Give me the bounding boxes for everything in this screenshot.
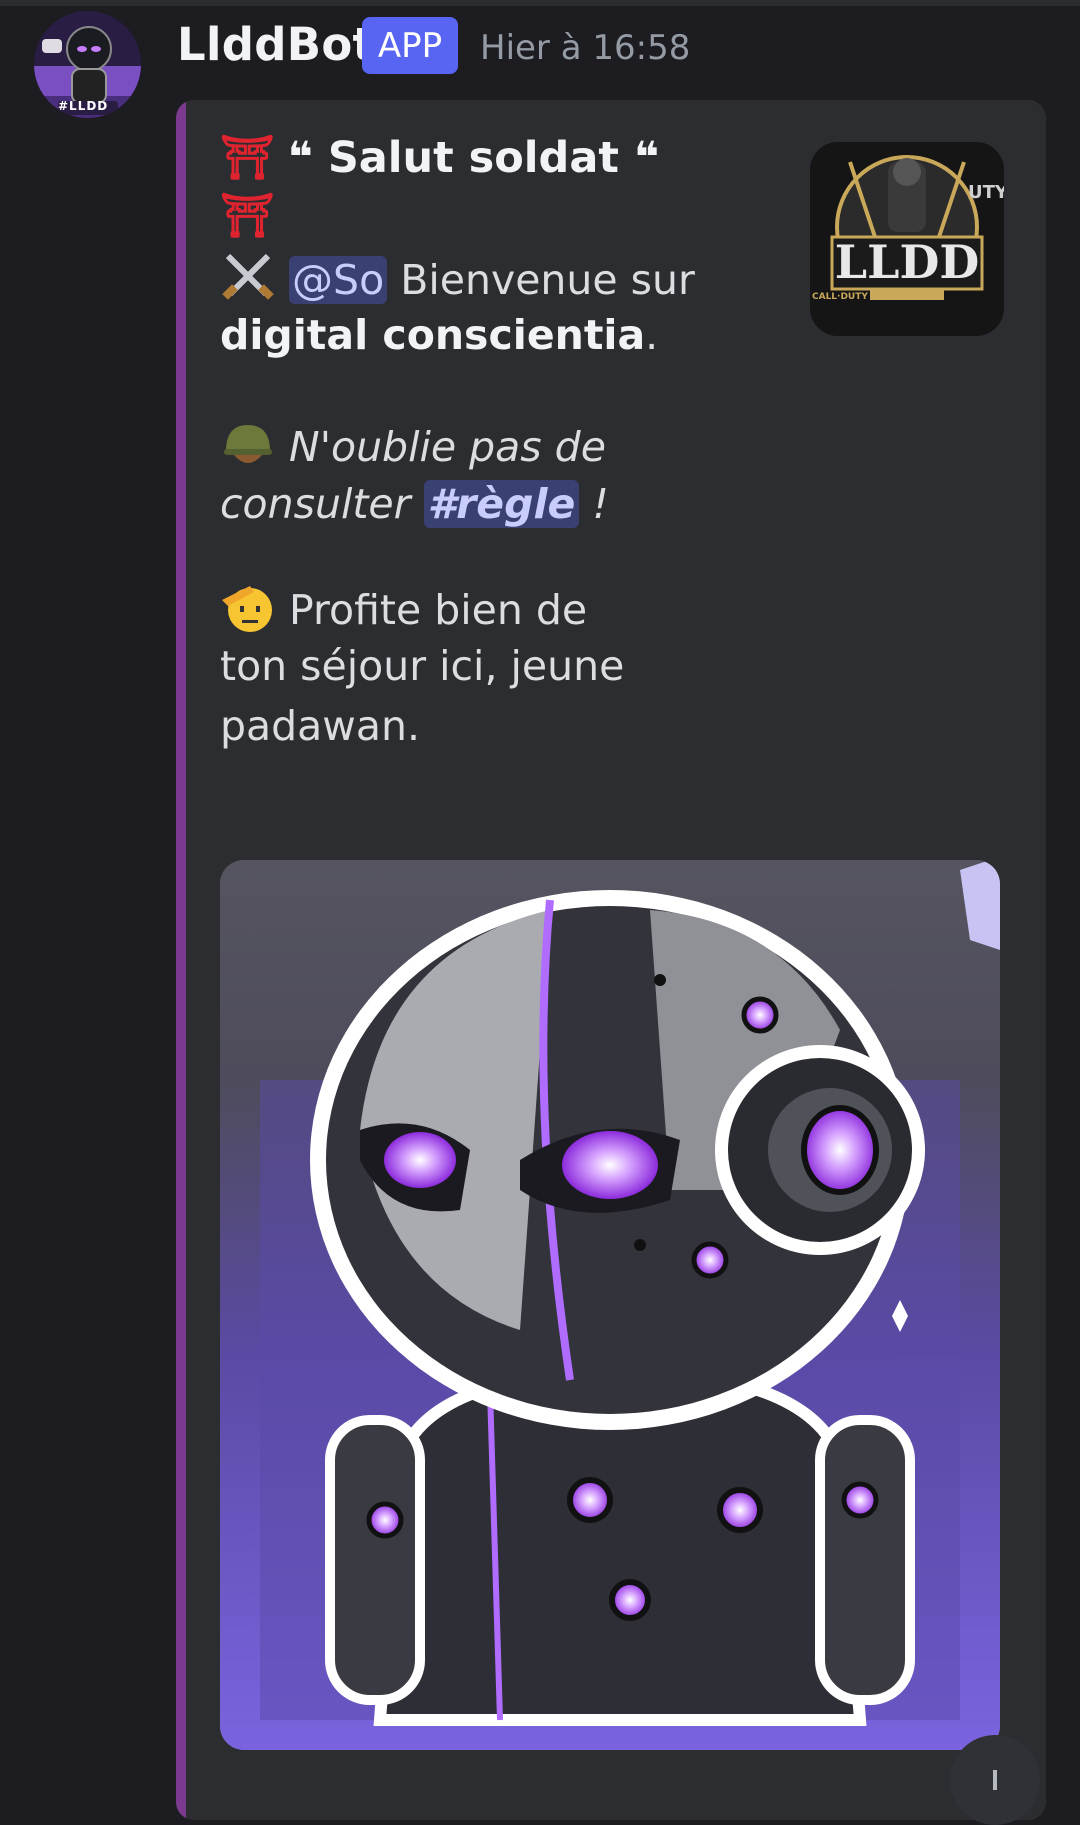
server-suffix: . — [645, 311, 659, 359]
robot-mascot-image — [220, 860, 1000, 1750]
user-mention[interactable]: @So — [289, 256, 388, 304]
server-name: digital conscientia — [220, 311, 646, 359]
saluting-face-icon — [222, 586, 272, 632]
embed-title-wrap: ⛩ — [220, 188, 275, 244]
torii-icon: ⛩ — [220, 133, 275, 183]
top-divider — [0, 0, 1080, 6]
rules-suffix: ! — [579, 480, 609, 528]
thumbnail-caption: CALL·DUTY — [812, 292, 868, 302]
embed-thumbnail[interactable]: LLDD CALL·DUTY UTY — [810, 142, 1004, 336]
embed-title-text: Salut soldat — [327, 133, 619, 183]
scroll-down-button[interactable] — [950, 1735, 1040, 1825]
avatar-label: #LLDD — [58, 99, 109, 113]
embed-image[interactable] — [220, 860, 1000, 1750]
enjoy-line-3: padawan. — [220, 702, 420, 750]
rules-channel-link[interactable]: #règle — [423, 480, 580, 528]
arrow-down-icon — [993, 1770, 997, 1790]
welcome-line: @So Bienvenue sur — [220, 248, 695, 308]
embed-accent-bar — [176, 100, 186, 1820]
author-name[interactable]: LlddBot — [177, 18, 374, 71]
quote-mark-icon: ❝ — [633, 133, 660, 183]
rules-text-1: N'oublie pas de — [289, 423, 606, 471]
rules-line-1: N'oublie pas de — [220, 415, 606, 475]
rules-line-2: consulter #règle ! — [220, 476, 609, 532]
enjoy-text-1: Profite bien de — [289, 586, 588, 634]
torii-icon: ⛩ — [220, 191, 275, 241]
server-name-line: digital conscientia. — [220, 307, 658, 363]
thumbnail-title: LLDD — [834, 235, 980, 289]
welcome-text: Bienvenue sur — [400, 256, 695, 304]
embed-title: ⛩ ❝ Salut soldat ❝ — [220, 130, 659, 186]
helmet-icon — [224, 425, 272, 463]
app-badge: APP — [362, 17, 458, 74]
welcome-embed: ⛩ ❝ Salut soldat ❝ ⛩ @So Bienvenue sur d… — [176, 100, 1046, 1820]
enjoy-line-1: Profite bien de — [220, 578, 587, 638]
crossed-swords-icon — [222, 253, 274, 300]
rules-text-2: consulter — [220, 480, 411, 528]
thumbnail-side-text: UTY — [968, 182, 1004, 203]
message-timestamp: Hier à 16:58 — [480, 28, 691, 68]
bot-avatar[interactable]: #LLDD — [34, 11, 141, 118]
enjoy-line-2: ton séjour ici, jeune — [220, 642, 625, 690]
quote-mark-icon: ❝ — [287, 133, 313, 183]
